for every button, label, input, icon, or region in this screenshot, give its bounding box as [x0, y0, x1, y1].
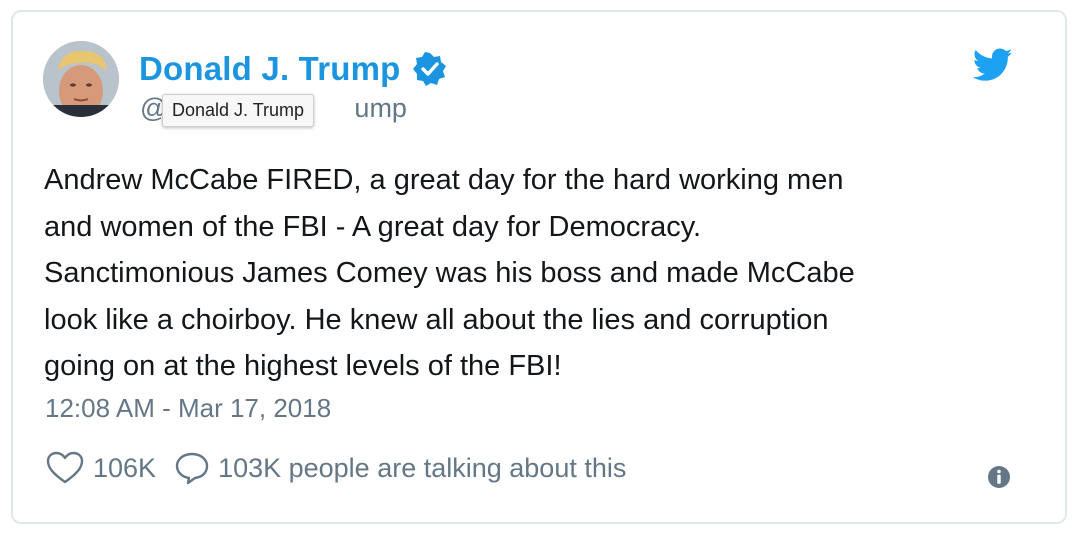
like-button[interactable]: 106K	[46, 451, 156, 485]
twitter-bird-icon[interactable]	[973, 48, 1013, 82]
reply-button[interactable]: 103K people are talking about this	[174, 451, 626, 485]
heart-icon	[46, 451, 84, 484]
author-row: Donald J. Trump	[139, 50, 447, 88]
tweet-text: Andrew McCabe FIRED, a great day for the…	[44, 157, 1034, 390]
tweet-timestamp[interactable]: 12:08 AM - Mar 17, 2018	[45, 393, 331, 424]
like-count: 106K	[93, 452, 157, 483]
tweet-text-line: Sanctimonious James Comey was his boss a…	[44, 257, 855, 289]
tweet-text-line: and women of the FBI - A great day for D…	[44, 210, 702, 243]
tweet-text-line: going on at the highest levels of the FB…	[44, 350, 562, 382]
avatar-image	[43, 41, 119, 117]
speech-bubble-icon	[175, 452, 209, 485]
verified-badge-icon	[412, 52, 446, 86]
tweet-actions: 106K 103K people are talking about this	[46, 451, 626, 485]
avatar[interactable]	[43, 41, 119, 117]
replies-text: 103K people are talking about this	[218, 452, 627, 483]
info-icon[interactable]	[987, 465, 1011, 489]
author-tooltip: Donald J. Trump	[162, 94, 315, 127]
tweet-text-line: look like a choirboy. He knew all about …	[44, 303, 829, 336]
tweet-text-line: Andrew McCabe FIRED, a great day for the…	[44, 164, 844, 196]
author-name[interactable]: Donald J. Trump	[139, 50, 401, 88]
handle-visible: ump	[354, 93, 407, 123]
